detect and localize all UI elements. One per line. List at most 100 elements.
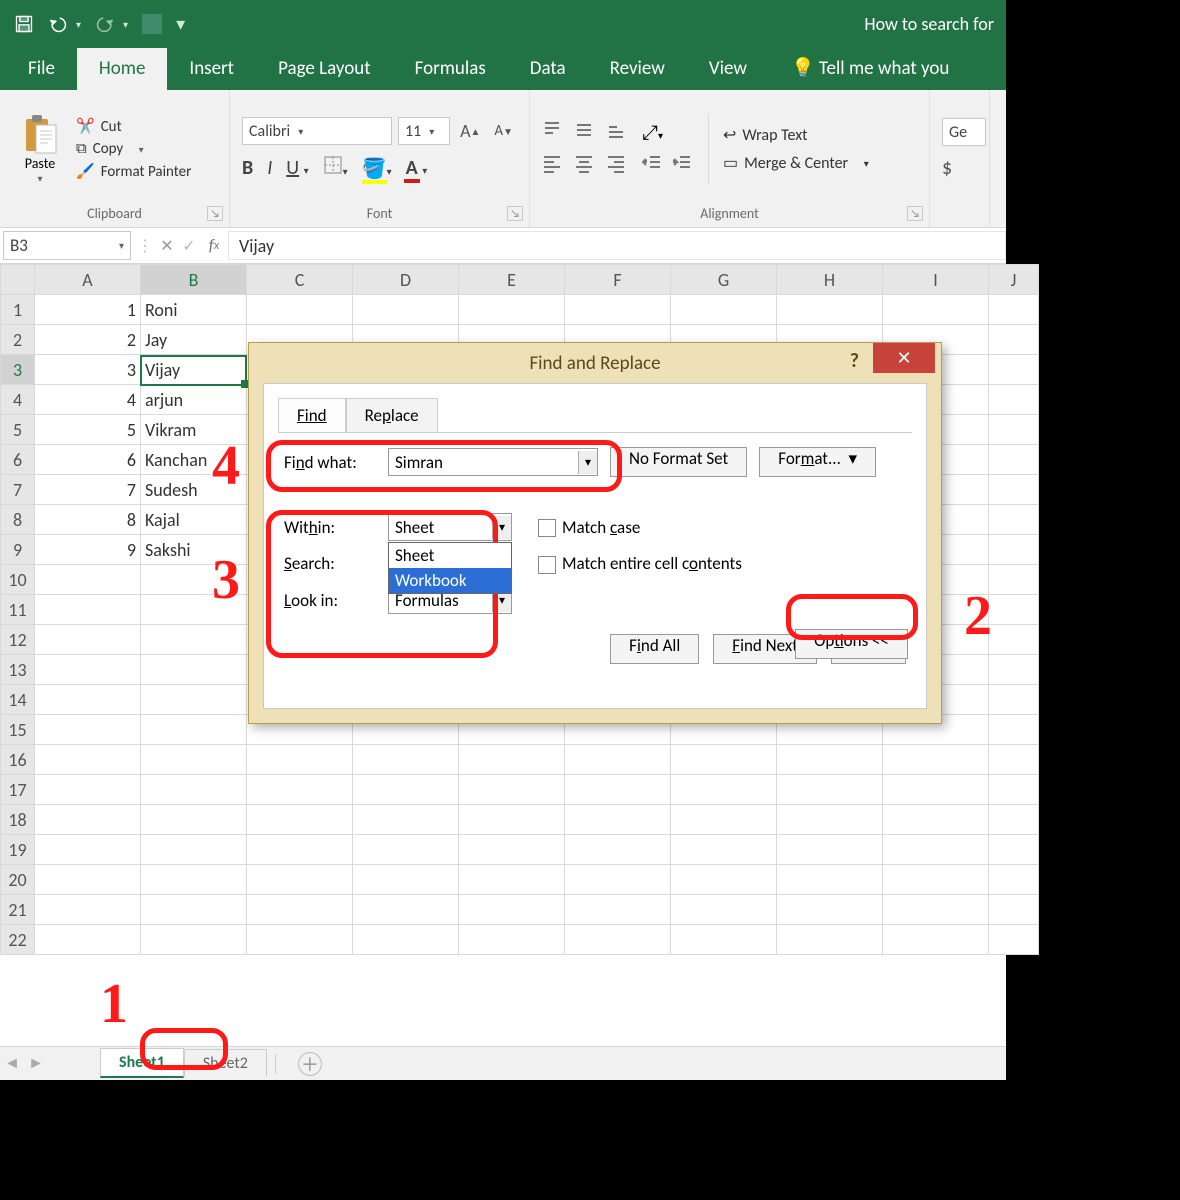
options-button[interactable]: Options << [795, 629, 908, 659]
cell[interactable] [671, 295, 777, 325]
col-F[interactable]: F [565, 265, 671, 295]
cell[interactable] [777, 775, 883, 805]
cell[interactable] [989, 355, 1039, 385]
find-what-dropdown-icon[interactable]: ▾ [578, 451, 597, 474]
cell[interactable] [989, 805, 1039, 835]
tab-insert[interactable]: Insert [167, 48, 256, 90]
cell[interactable]: Roni [141, 295, 247, 325]
wrap-text-button[interactable]: ↩Wrap Text [723, 125, 869, 145]
cell[interactable] [141, 805, 247, 835]
tab-file[interactable]: File [6, 48, 77, 90]
cell[interactable] [247, 895, 353, 925]
name-box[interactable]: B3▾ [3, 231, 131, 260]
dialog-tab-replace[interactable]: Replace [346, 398, 438, 433]
cell[interactable] [883, 835, 989, 865]
cell[interactable] [141, 655, 247, 685]
find-all-button[interactable]: Find All [610, 634, 699, 664]
align-top-icon[interactable] [542, 120, 562, 145]
row-header[interactable]: 7 [1, 475, 35, 505]
cell[interactable] [565, 805, 671, 835]
italic-button[interactable]: I [267, 156, 272, 180]
cell[interactable] [565, 745, 671, 775]
cell[interactable] [671, 775, 777, 805]
cell[interactable]: Kajal [141, 505, 247, 535]
col-B[interactable]: B [141, 265, 247, 295]
increase-font-icon[interactable]: A▲ [456, 118, 484, 144]
col-C[interactable]: C [247, 265, 353, 295]
row-header[interactable]: 5 [1, 415, 35, 445]
cell[interactable] [671, 835, 777, 865]
cell[interactable] [989, 625, 1039, 655]
cell[interactable] [35, 655, 141, 685]
col-D[interactable]: D [353, 265, 459, 295]
row-header[interactable]: 2 [1, 325, 35, 355]
cell[interactable] [989, 895, 1039, 925]
cell[interactable] [565, 895, 671, 925]
undo-dropdown-icon[interactable]: ▾ [76, 18, 81, 31]
formula-value[interactable]: Vijay [228, 231, 1006, 260]
row-header[interactable]: 15 [1, 715, 35, 745]
cell[interactable] [353, 865, 459, 895]
cell[interactable] [35, 925, 141, 955]
tab-data[interactable]: Data [508, 48, 588, 90]
cell[interactable] [35, 715, 141, 745]
cell[interactable] [989, 595, 1039, 625]
bold-button[interactable]: B [242, 156, 253, 180]
chevron-down-icon[interactable]: ▾ [492, 516, 511, 539]
cell[interactable] [883, 295, 989, 325]
cell[interactable]: arjun [141, 385, 247, 415]
cell[interactable] [141, 895, 247, 925]
cell[interactable] [353, 805, 459, 835]
font-launcher-icon[interactable]: ↘ [507, 206, 523, 221]
cell[interactable]: 2 [35, 325, 141, 355]
cell[interactable] [35, 775, 141, 805]
cell[interactable] [883, 895, 989, 925]
col-J[interactable]: J [989, 265, 1039, 295]
tab-formulas[interactable]: Formulas [393, 48, 508, 90]
align-bottom-icon[interactable] [606, 120, 626, 145]
row-header[interactable]: 16 [1, 745, 35, 775]
cell[interactable] [989, 865, 1039, 895]
cell[interactable] [777, 925, 883, 955]
cell[interactable] [989, 565, 1039, 595]
cell[interactable] [883, 805, 989, 835]
cell[interactable] [35, 895, 141, 925]
tab-home[interactable]: Home [77, 48, 168, 90]
row-header[interactable]: 11 [1, 595, 35, 625]
cell[interactable]: Kanchan [141, 445, 247, 475]
font-name-selector[interactable]: Calibri▾ [242, 117, 392, 145]
increase-indent-icon[interactable] [672, 153, 692, 178]
cell[interactable] [141, 775, 247, 805]
cell[interactable] [989, 415, 1039, 445]
cell[interactable] [353, 835, 459, 865]
find-what-input[interactable]: Simran▾ [388, 448, 598, 476]
cell[interactable] [989, 745, 1039, 775]
col-H[interactable]: H [777, 265, 883, 295]
cell[interactable] [671, 895, 777, 925]
format-painter-button[interactable]: 🖌️Format Painter [76, 162, 191, 181]
cell[interactable]: 7 [35, 475, 141, 505]
cell[interactable] [565, 865, 671, 895]
no-format-button[interactable]: No Format Set [610, 447, 747, 477]
qat-customize-icon[interactable]: ▾ [176, 13, 185, 35]
cell[interactable] [989, 715, 1039, 745]
row-header[interactable]: 3 [1, 355, 35, 385]
cell[interactable] [883, 745, 989, 775]
cell[interactable] [459, 775, 565, 805]
cell[interactable]: 6 [35, 445, 141, 475]
underline-button[interactable]: U ▾ [286, 156, 308, 180]
tab-page-layout[interactable]: Page Layout [256, 48, 393, 90]
col-A[interactable]: A [35, 265, 141, 295]
orientation-icon[interactable]: ⤢▾ [642, 121, 663, 145]
cell[interactable] [35, 865, 141, 895]
font-color-button[interactable]: A ▾ [406, 156, 428, 180]
fill-color-button[interactable]: 🪣▾ [362, 156, 392, 181]
row-header[interactable]: 22 [1, 925, 35, 955]
cell[interactable]: 8 [35, 505, 141, 535]
cell[interactable] [989, 685, 1039, 715]
cell[interactable] [565, 925, 671, 955]
cell[interactable] [989, 295, 1039, 325]
tab-view[interactable]: View [687, 48, 769, 90]
cell[interactable] [353, 895, 459, 925]
cell[interactable] [989, 505, 1039, 535]
